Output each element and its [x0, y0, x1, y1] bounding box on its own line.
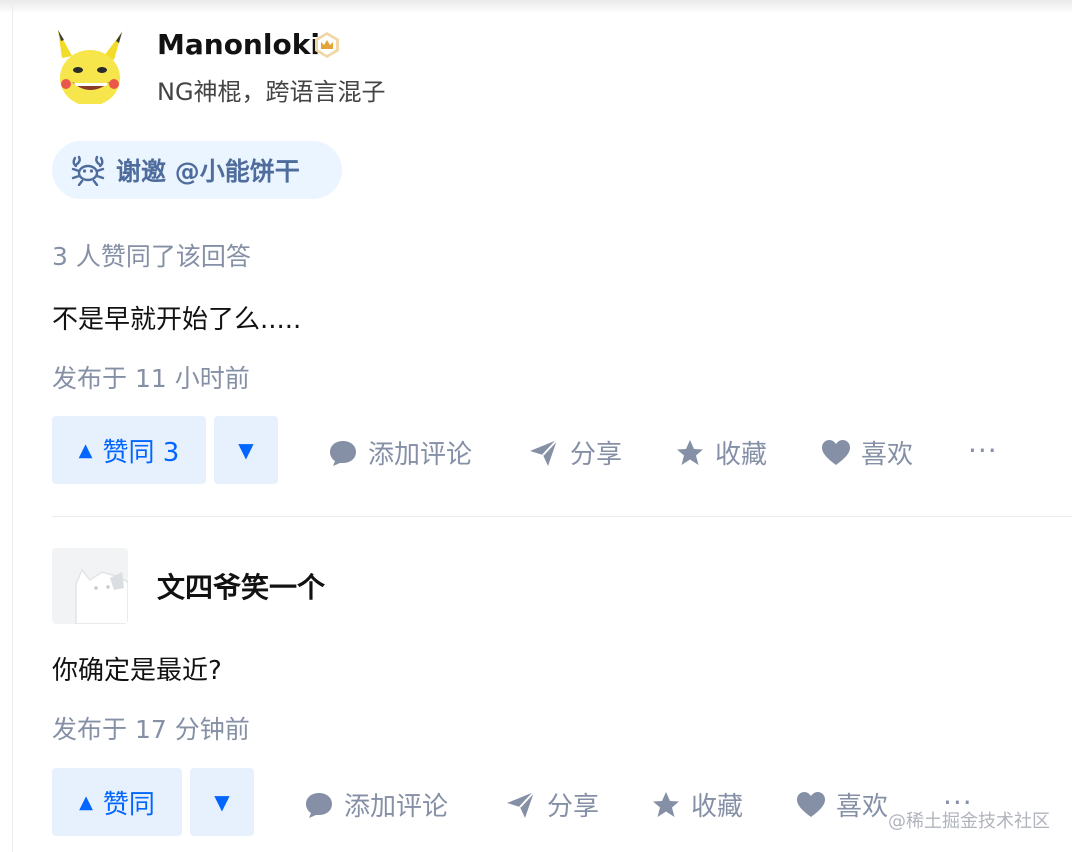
- pikachu-avatar-icon: [52, 28, 128, 104]
- collect-label: 收藏: [715, 440, 768, 470]
- add-comment-button[interactable]: 添加评论: [328, 434, 472, 471]
- author-name[interactable]: Manonloki: [157, 28, 320, 61]
- share-button[interactable]: 分享: [528, 434, 622, 471]
- comment-bubble-icon: [306, 792, 332, 818]
- paper-plane-icon: [530, 438, 558, 466]
- invite-text: 谢邀 @小能饼干: [116, 157, 300, 186]
- comment-upvote-button[interactable]: ▲ 赞同: [52, 768, 182, 836]
- publish-time[interactable]: 发布于 11 小时前: [52, 359, 250, 395]
- comment-share-button[interactable]: 分享: [505, 786, 599, 823]
- author-headline: NG神棍，跨语言混子: [157, 78, 386, 106]
- add-comment-label: 添加评论: [368, 440, 473, 470]
- author-avatar[interactable]: [52, 28, 128, 104]
- upvote-triangle-icon: ▲: [78, 439, 93, 461]
- gold-crown-badge-icon[interactable]: [313, 31, 341, 59]
- top-edge-shadow: [0, 0, 1072, 14]
- more-button[interactable]: ···: [968, 434, 998, 467]
- like-label: 喜欢: [861, 440, 914, 470]
- comment-upvote-label: 赞同: [102, 789, 155, 820]
- comment-add-comment-button[interactable]: 添加评论: [304, 786, 448, 823]
- heart-icon: [797, 791, 825, 817]
- comment-like-button[interactable]: 喜欢: [796, 786, 888, 823]
- upvote-label: 赞同 3: [102, 437, 180, 468]
- comment-publish-time[interactable]: 发布于 17 分钟前: [52, 710, 250, 746]
- downvote-button[interactable]: ▼: [214, 416, 278, 484]
- commenter-avatar[interactable]: [52, 548, 128, 624]
- paper-plane-icon: [507, 790, 535, 818]
- collect-button[interactable]: 收藏: [675, 434, 767, 471]
- comment-downvote-button[interactable]: ▼: [190, 768, 254, 836]
- comment-bubble-icon: [330, 440, 356, 466]
- add-comment-label: 添加评论: [344, 792, 449, 822]
- watermark: @稀土掘金技术社区: [888, 811, 1050, 832]
- heart-icon: [822, 439, 850, 465]
- like-label: 喜欢: [836, 792, 889, 822]
- comment-content: 你确定是最近?: [52, 656, 222, 686]
- comment-collect-button[interactable]: 收藏: [651, 786, 743, 823]
- star-icon: [677, 439, 703, 465]
- star-icon: [653, 791, 679, 817]
- like-button[interactable]: 喜欢: [821, 434, 913, 471]
- crab-icon: [71, 155, 105, 186]
- share-label: 分享: [570, 440, 623, 470]
- left-border: [12, 0, 13, 852]
- collect-label: 收藏: [691, 792, 744, 822]
- answer-content: 不是早就开始了么.....: [52, 305, 302, 335]
- upvote-triangle-icon: ▲: [79, 791, 93, 813]
- share-label: 分享: [547, 792, 600, 822]
- votes-summary: 3 人赞同了该回答: [52, 242, 251, 271]
- answer-divider: [52, 516, 1072, 517]
- default-dog-avatar-icon: [52, 548, 128, 624]
- downvote-triangle-icon: ▼: [214, 790, 230, 814]
- commenter-name[interactable]: 文四爷笑一个: [157, 566, 325, 606]
- invite-tag[interactable]: 谢邀 @小能饼干: [52, 141, 342, 199]
- downvote-triangle-icon: ▼: [238, 438, 254, 462]
- upvote-button[interactable]: ▲ 赞同 3: [52, 416, 206, 484]
